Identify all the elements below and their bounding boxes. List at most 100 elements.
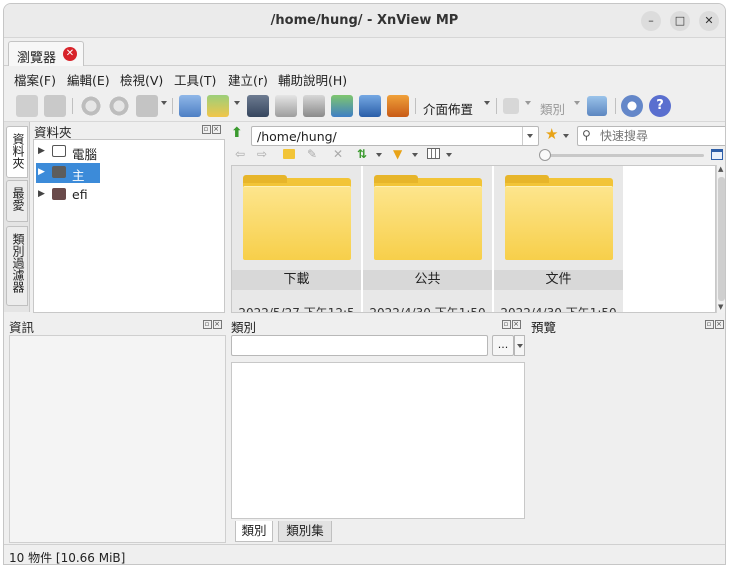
scrollbar-thumb[interactable] [718, 177, 725, 301]
tab-category-sets[interactable]: 類別集 [278, 521, 332, 542]
menu-create[interactable]: 建立(r) [228, 70, 268, 89]
maximize-button[interactable]: □ [670, 11, 690, 31]
view-mode-icon[interactable] [427, 148, 440, 159]
chevron-down-icon[interactable] [563, 134, 569, 138]
layout-button[interactable]: 介面佈置 [423, 99, 473, 118]
binoculars-icon[interactable] [247, 95, 269, 117]
preview-panel-header: 預覽 ▫ × [531, 317, 725, 335]
rename-icon[interactable]: ✎ [307, 147, 317, 161]
category-tag-icon[interactable] [503, 98, 519, 114]
tree-node-home[interactable]: ▶ 主 [36, 163, 100, 183]
open-with-icon[interactable] [207, 95, 229, 117]
home-folder-icon [52, 166, 66, 178]
folder-tree-icon[interactable] [587, 96, 607, 116]
float-panel-icon[interactable]: ▫ [203, 320, 212, 329]
close-panel-icon[interactable]: × [213, 320, 222, 329]
menu-bar: 檔案(F) 編輯(E) 檢視(V) 工具(T) 建立(r) 輔助說明(H) [4, 66, 725, 88]
expand-arrow-icon[interactable]: ▶ [38, 167, 45, 177]
expand-arrow-icon[interactable]: ▶ [38, 189, 45, 199]
fullscreen-icon[interactable] [44, 95, 66, 117]
side-tab-category-filter[interactable]: 類別過濾器 [6, 226, 28, 306]
quick-search-input[interactable] [600, 128, 724, 144]
menu-help[interactable]: 輔助說明(H) [278, 70, 347, 89]
quick-search-field[interactable]: ⚲ [577, 126, 725, 146]
chevron-down-icon[interactable] [484, 101, 490, 105]
close-panel-icon[interactable]: × [715, 320, 724, 329]
menu-tools[interactable]: 工具(T) [174, 70, 216, 89]
image-edit-icon[interactable] [136, 95, 158, 117]
minimize-button[interactable]: – [641, 11, 661, 31]
path-input[interactable]: /home/hung/ [251, 126, 539, 146]
chevron-down-icon[interactable] [525, 101, 531, 105]
path-dropdown[interactable] [522, 127, 538, 145]
capture-icon[interactable] [303, 95, 325, 117]
side-tab-category-filter-label: 類別過濾器 [11, 233, 25, 293]
float-panel-icon[interactable]: ▫ [705, 320, 714, 329]
preview-panel-title: 預覽 [531, 320, 557, 335]
rotate-right-icon[interactable] [108, 95, 130, 117]
acquire-icon[interactable] [16, 95, 38, 117]
chevron-down-icon[interactable] [446, 153, 452, 157]
side-tab-favorites[interactable]: 最愛 [6, 180, 28, 222]
grid-scrollbar[interactable]: ▲ ▼ [716, 165, 725, 313]
close-tab-icon[interactable]: ✕ [63, 47, 77, 61]
category-filter-input[interactable] [231, 335, 488, 356]
tab-categories[interactable]: 類別 [235, 521, 273, 542]
category-options-button[interactable]: ... [492, 335, 514, 356]
thumbnail-size-slider[interactable] [539, 149, 704, 161]
category-button[interactable]: 類別 [540, 99, 565, 118]
thumbnail-item[interactable]: 文件 2022/4/30 下午1:50 [494, 166, 624, 313]
close-window-button[interactable]: ✕ [699, 11, 719, 31]
slideshow-icon[interactable] [331, 95, 353, 117]
toolbar-separator [172, 98, 173, 114]
favorite-star-icon[interactable]: ★ [545, 125, 558, 143]
filter-funnel-icon[interactable]: ▼ [393, 147, 402, 161]
slider-handle[interactable] [539, 149, 551, 161]
expand-arrow-icon[interactable]: ▶ [38, 146, 45, 156]
sort-arrows-icon[interactable]: ⇅ [357, 147, 367, 161]
close-panel-icon[interactable]: × [512, 320, 521, 329]
app-window: /home/hung/ - XnView MP – □ ✕ 瀏覽器 ✕ 檔案(F… [3, 3, 726, 565]
back-arrow-icon[interactable]: ⇦ [235, 147, 245, 161]
side-tab-folders[interactable]: 資料夾 [6, 126, 28, 178]
item-date: 2022/4/30 下午1:50 [369, 306, 486, 313]
category-dropdown[interactable] [514, 335, 525, 356]
tab-browser[interactable]: 瀏覽器 ✕ [8, 41, 84, 67]
chevron-down-icon[interactable] [376, 153, 382, 157]
menu-edit[interactable]: 編輯(E) [67, 70, 110, 89]
thumbnail-item[interactable]: 下載 2022/5/27 下午12:5 [232, 166, 362, 312]
print-icon[interactable] [275, 95, 297, 117]
help-icon[interactable]: ? [649, 95, 671, 117]
item-date: 2022/4/30 下午1:50 [500, 306, 617, 313]
delete-icon[interactable]: ✕ [333, 147, 343, 161]
screenshot-icon[interactable] [359, 95, 381, 117]
new-folder-icon[interactable] [283, 149, 295, 159]
title-bar: /home/hung/ - XnView MP – □ ✕ [4, 4, 725, 38]
tree-node-efi[interactable]: ▶ efi [38, 185, 224, 205]
tree-node-computer[interactable]: ▶ 電腦 [38, 142, 224, 162]
wallpaper-icon[interactable] [387, 95, 409, 117]
float-panel-icon[interactable]: ▫ [502, 320, 511, 329]
thumbnail-item[interactable]: 公共 2022/4/30 下午1:50 [363, 166, 493, 313]
chevron-down-icon[interactable] [234, 101, 240, 105]
status-bar: 10 物件 [10.66 MiB] [4, 544, 725, 564]
scroll-up-icon[interactable]: ▲ [718, 165, 723, 173]
computer-icon [52, 145, 66, 157]
settings-gear-icon[interactable] [621, 95, 643, 117]
menu-view[interactable]: 檢視(V) [120, 70, 163, 89]
maximize-view-icon[interactable] [711, 149, 723, 160]
info-panel-header: 資訊 ▫ × [9, 317, 226, 335]
batch-convert-icon[interactable] [179, 95, 201, 117]
scroll-down-icon[interactable]: ▼ [718, 303, 723, 311]
menu-file[interactable]: 檔案(F) [14, 70, 56, 89]
rotate-left-icon[interactable] [80, 95, 102, 117]
close-panel-icon[interactable]: × [212, 125, 221, 134]
forward-arrow-icon[interactable]: ⇨ [257, 147, 267, 161]
chevron-down-icon[interactable] [574, 101, 580, 105]
chevron-down-icon[interactable] [412, 153, 418, 157]
float-panel-icon[interactable]: ▫ [202, 125, 211, 134]
go-up-icon[interactable]: ⬆ [231, 125, 243, 141]
category-list[interactable] [231, 362, 525, 519]
chevron-down-icon[interactable] [161, 101, 167, 105]
toolbar-separator [415, 98, 416, 114]
